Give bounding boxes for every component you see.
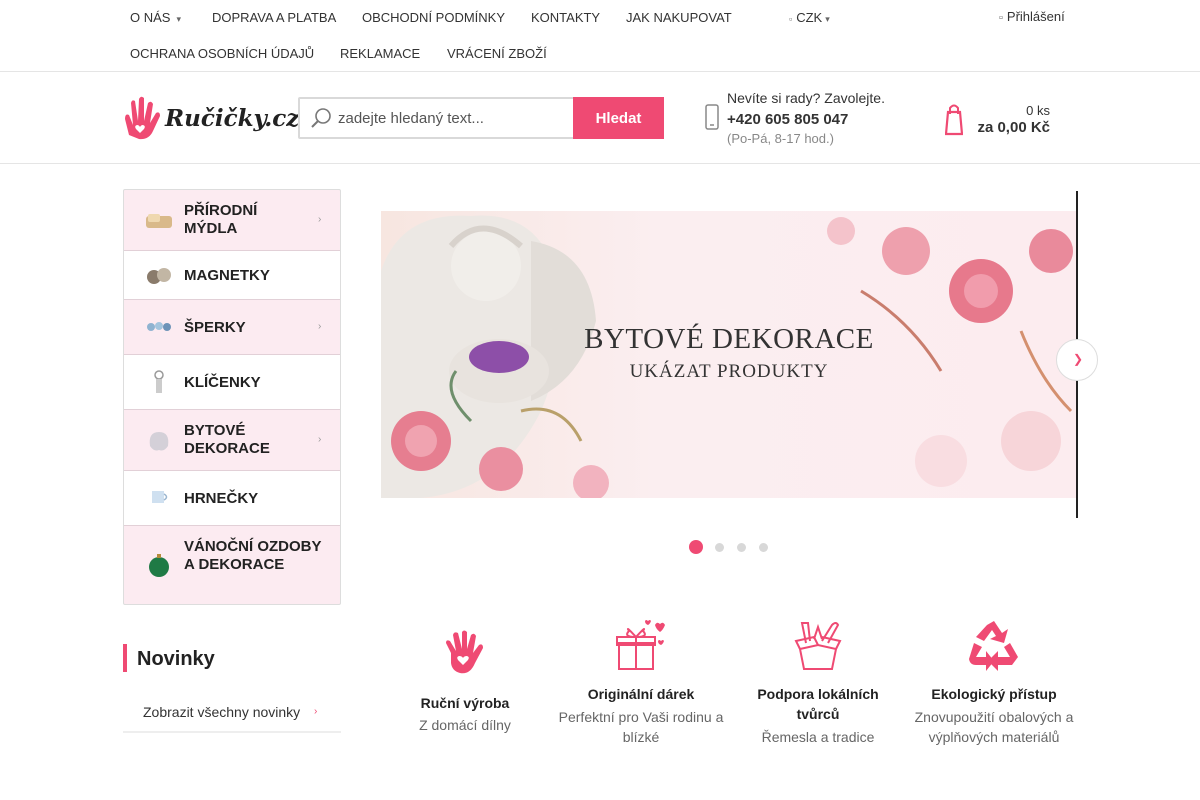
- phone-number[interactable]: +420 605 805 047: [727, 111, 848, 128]
- category-label: Magnetky: [184, 267, 270, 284]
- gift-icon: [616, 620, 665, 670]
- search-icon: [311, 108, 331, 128]
- category-label: Klíčenky: [184, 374, 261, 391]
- feature-originalni-darek: Originální dárek Perfektní pro Vaši rodi…: [556, 619, 726, 747]
- chevron-down-icon: ▾: [825, 14, 830, 24]
- nav-obchodni-podminky[interactable]: Obchodní podmínky: [362, 10, 505, 25]
- feature-ekologicky-pristup: Ekologický přístup Znovupoužití obalovýc…: [904, 619, 1084, 747]
- banner-title: BYTOVÉ DEKORACE: [584, 323, 874, 355]
- top-navigation: O nás ▾ Doprava a platba Obchodní podmínk…: [0, 0, 1200, 72]
- chevron-right-icon: ›: [318, 214, 322, 225]
- chevron-right-icon: ❯: [1073, 352, 1084, 366]
- chevron-right-icon: ›: [318, 321, 322, 332]
- feature-title: Ekologický přístup: [931, 686, 1057, 702]
- feature-desc: Znovupoužití obalových a výplňových mate…: [914, 709, 1074, 745]
- phone-hours: (Po-Pá, 8-17 hod.): [727, 131, 834, 146]
- search-box: Hledat: [298, 97, 664, 139]
- category-label: Bytové dekorace: [184, 422, 270, 457]
- chevron-right-icon: ›: [314, 706, 318, 717]
- site-header: Ručičky.cz Hledat Nevíte si rady? Zavole…: [0, 73, 1200, 164]
- cart[interactable]: 0 ks za 0,00 Kč: [945, 100, 1050, 140]
- feature-rucni-vyroba: Ruční výroba Z domácí dílny: [395, 629, 535, 735]
- hero-banner[interactable]: BYTOVÉ DEKORACE UKÁZAT PRODUKTY: [381, 211, 1077, 498]
- slider-dot-3[interactable]: [737, 543, 746, 552]
- nav-o-nas[interactable]: O nás ▾: [130, 10, 181, 25]
- feature-title: Ruční výroba: [420, 695, 510, 711]
- feature-desc: Řemesla a tradice: [761, 729, 875, 745]
- search-input[interactable]: [338, 104, 568, 132]
- jewelry-icon: [147, 322, 171, 331]
- feature-title: Podpora lokálních tvůrců: [757, 686, 879, 722]
- magnet-icon: [147, 268, 171, 284]
- chevron-down-icon: ▾: [176, 14, 181, 24]
- page: O nás ▾ Doprava a platba Obchodní podmínk…: [0, 0, 1200, 800]
- nav-reklamace[interactable]: Reklamace: [340, 46, 420, 61]
- shopping-bag-icon: [945, 104, 963, 136]
- logo-text: Ručičky.cz: [165, 105, 300, 132]
- nav-doprava-a-platba[interactable]: Doprava a platba: [212, 10, 336, 25]
- currency-selector[interactable]: ▫ CZK ▾: [789, 10, 830, 25]
- nav-jak-nakupovat[interactable]: Jak nakupovat: [626, 10, 732, 25]
- christmas-ornament-icon: [149, 554, 169, 577]
- category-item-prirodni-mydla[interactable]: Přírodní mýdla ›: [124, 190, 340, 251]
- category-menu: Přírodní mýdla › Magnetky Šperky › Klíče…: [123, 189, 341, 605]
- category-label: Přírodní mýdla: [184, 202, 258, 237]
- soap-icon: [146, 214, 172, 228]
- category-item-vanocni-ozdoby[interactable]: Vánoční ozdoby a dekorace: [124, 526, 340, 604]
- slider-dot-2[interactable]: [715, 543, 724, 552]
- category-label: Šperky: [184, 319, 246, 336]
- cart-quantity: 0 ks: [1026, 103, 1050, 118]
- search-button[interactable]: Hledat: [573, 97, 664, 139]
- feature-title: Originální dárek: [587, 686, 695, 702]
- phone-question: Nevíte si rady? Zavolejte.: [727, 90, 885, 106]
- chevron-right-icon: ›: [318, 434, 322, 445]
- currency-icon: ▫: [789, 14, 793, 24]
- category-label: Hrnečky: [184, 490, 259, 507]
- craft-tools-icon: [794, 622, 842, 670]
- novinky-heading: Novinky: [123, 644, 341, 672]
- category-item-sperky[interactable]: Šperky ›: [124, 300, 340, 355]
- slider-next-button[interactable]: ❯: [1056, 339, 1098, 381]
- slider-dots: [689, 540, 779, 554]
- slider-dot-4[interactable]: [759, 543, 768, 552]
- show-all-novinky-link[interactable]: Zobrazit všechny novinky ›: [123, 693, 341, 733]
- category-item-magnetky[interactable]: Magnetky: [124, 251, 340, 300]
- recycle-icon: [969, 621, 1018, 671]
- category-item-hrnecky[interactable]: Hrnečky: [124, 471, 340, 526]
- banner-subtitle[interactable]: UKÁZAT PRODUKTY: [581, 361, 877, 383]
- feature-desc: Z domácí dílny: [419, 717, 511, 733]
- category-item-klicenky[interactable]: Klíčenky: [124, 355, 340, 410]
- user-icon: ▫: [999, 12, 1003, 24]
- feature-podpora-lokalnich-tvurcu: Podpora lokálních tvůrců Řemesla a tradi…: [748, 619, 888, 747]
- angel-decoration-icon: [149, 432, 169, 451]
- mug-icon: [152, 491, 168, 503]
- phone-icon: [705, 104, 719, 130]
- login-link[interactable]: ▫ Přihlášení: [999, 9, 1065, 24]
- nav-kontakty[interactable]: Kontakty: [531, 10, 600, 25]
- keychain-icon: [154, 370, 164, 393]
- hand-heart-icon: [446, 630, 483, 674]
- cart-price: za 0,00 Kč: [977, 119, 1050, 136]
- feature-desc: Perfektní pro Vaši rodinu a blízké: [558, 709, 724, 745]
- nav-ochrana-osobnich-udaju[interactable]: Ochrana osobních údajů: [130, 46, 314, 61]
- nav-vraceni-zbozi[interactable]: Vrácení zboží: [447, 46, 547, 61]
- slider-dot-1[interactable]: [689, 540, 703, 554]
- category-item-bytove-dekorace[interactable]: Bytové dekorace ›: [124, 410, 340, 471]
- category-label: Vánoční ozdoby a dekorace: [184, 538, 322, 573]
- logo[interactable]: Ručičky.cz: [123, 95, 299, 143]
